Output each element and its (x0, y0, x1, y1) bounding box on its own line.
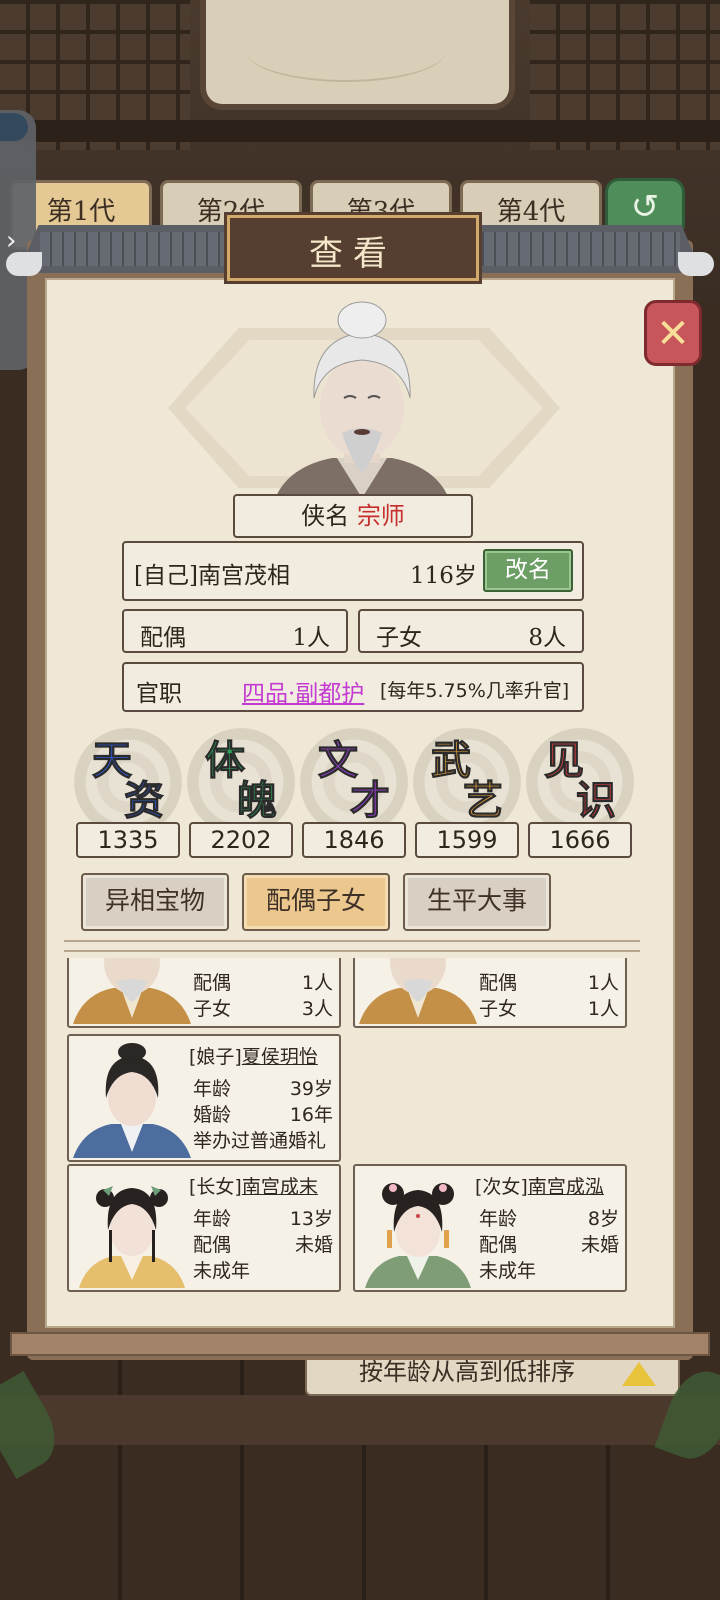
wall-painting (200, 0, 515, 110)
family-member-portrait (73, 1043, 191, 1158)
children-count-box: 子女 8人 (358, 609, 584, 653)
member-field-value: 1人 (301, 972, 333, 994)
attribute-insight-value: 1666 (528, 822, 632, 858)
attribute-literacy-char2: 才 (350, 777, 391, 825)
member-field-label: 婚龄 (193, 1104, 232, 1126)
character-title-box: 侠名 宗师 (233, 494, 473, 538)
member-field-value: 13岁 (289, 1208, 333, 1230)
member-relation: [娘子] (189, 1046, 242, 1068)
family-member-portrait (73, 958, 191, 1024)
attribute-physique-value: 2202 (189, 822, 293, 858)
rename-button[interactable]: 改名 (483, 549, 573, 592)
member-field-value: 未婚 (580, 1234, 619, 1256)
family-member-portrait (365, 1183, 471, 1288)
family-member-portrait (79, 1186, 185, 1288)
member-name-link[interactable]: 南宫成泓 (528, 1176, 604, 1198)
family-card[interactable]: 年龄 配偶 1人 子女 1人 (353, 958, 627, 1028)
spouse-count-box: 配偶 1人 (122, 609, 348, 653)
office-link[interactable]: 四品·副都护 (242, 674, 364, 708)
member-field-value: 未婚 (294, 1234, 333, 1256)
member-field-label: 配偶 (479, 1234, 518, 1256)
attribute-martial-value: 1599 (415, 822, 519, 858)
member-name-link[interactable]: 南宫成末 (242, 1176, 318, 1198)
attribute-literacy-value: 1846 (302, 822, 406, 858)
dialog-base (10, 1332, 710, 1356)
character-title-value: 宗师 (356, 502, 405, 530)
attribute-martial-char2: 艺 (463, 777, 504, 825)
children-label: 子女 (376, 625, 422, 651)
attribute-insight-char2: 识 (576, 777, 617, 825)
spouse-label: 配偶 (140, 625, 186, 651)
member-field-label: 年龄 (193, 1078, 232, 1100)
member-status: 举办过普通婚礼 (193, 1130, 327, 1152)
member-relation: [长女] (189, 1176, 242, 1198)
member-field-value: 16年 (289, 1104, 333, 1126)
member-field-value: 1人 (587, 972, 619, 994)
spouse-count: 1人 (292, 625, 330, 651)
dialog-title-plate: 查看 (227, 215, 479, 281)
member-field-label: 年龄 (479, 1208, 518, 1230)
promotion-note: [每年5.75%几率升官] (380, 680, 570, 702)
chevron-right-icon: › (6, 226, 17, 256)
member-status: 未成年 (193, 1260, 251, 1282)
member-field-label: 年龄 (479, 958, 517, 961)
back-arrow-icon: ↺ (630, 187, 660, 227)
attribute-talent-value: 1335 (76, 822, 180, 858)
member-field-label: 配偶 (479, 972, 518, 994)
member-name-link[interactable]: 夏侯玥怡 (242, 1046, 318, 1068)
family-card[interactable]: [次女]南宫成泓 年龄 8岁 配偶 未婚 未成年 (353, 1164, 627, 1292)
drawer-cap (0, 113, 28, 141)
section-divider (64, 940, 640, 952)
member-field-label: 子女 (193, 998, 232, 1020)
member-field-label: 配偶 (193, 1234, 232, 1256)
member-field-label: 年龄 (193, 958, 231, 961)
family-card-list[interactable]: 年龄 配偶 1人 子女 3人 年龄 配偶 1人 子女 1人 [娘子]夏侯玥怡 年龄 39岁… (62, 958, 642, 1318)
floor-strip (0, 1395, 720, 1445)
member-status: 未成年 (479, 1260, 537, 1282)
close-icon: ✕ (656, 311, 690, 357)
member-field-label: 配偶 (193, 972, 232, 994)
family-card[interactable]: [娘子]夏侯玥怡 年龄 39岁 婚龄 16年 举办过普通婚礼 (67, 1034, 341, 1162)
roof-end-left (6, 252, 42, 276)
member-field-value: 39岁 (289, 1078, 333, 1100)
member-field-value: 3人 (301, 998, 333, 1020)
office-label: 官职 (136, 681, 182, 707)
member-field-label: 子女 (479, 998, 518, 1020)
children-count: 8人 (528, 625, 566, 651)
family-card[interactable]: [长女]南宫成末 年龄 13岁 配偶 未婚 未成年 (67, 1164, 341, 1292)
member-field-label: 年龄 (193, 1208, 232, 1230)
member-field-value: 8岁 (587, 1208, 619, 1230)
attribute-talent-char2: 资 (124, 777, 165, 825)
triangle-up-icon (622, 1362, 656, 1386)
tab-treasures[interactable]: 异相宝物 (81, 873, 229, 931)
roof-end-right (678, 252, 714, 276)
tab-family[interactable]: 配偶子女 (242, 873, 390, 931)
office-row: 官职 四品·副都护 [每年5.75%几率升官] (122, 662, 584, 712)
close-button[interactable]: ✕ (644, 300, 702, 366)
family-card[interactable]: 年龄 配偶 1人 子女 3人 (67, 958, 341, 1028)
character-portrait (272, 301, 452, 508)
member-field-value: 1人 (587, 998, 619, 1020)
tab-life-events[interactable]: 生平大事 (403, 873, 551, 931)
self-age: 116岁 (410, 563, 477, 589)
member-relation: [次女] (475, 1176, 528, 1198)
dialog-title: 查看 (309, 234, 397, 274)
family-member-portrait (359, 958, 477, 1024)
roof-beam (0, 120, 720, 142)
attribute-physique-char2: 魄 (237, 777, 278, 825)
self-name: [自己]南宫茂相 (134, 563, 290, 589)
character-title-label: 侠名 (301, 502, 350, 530)
